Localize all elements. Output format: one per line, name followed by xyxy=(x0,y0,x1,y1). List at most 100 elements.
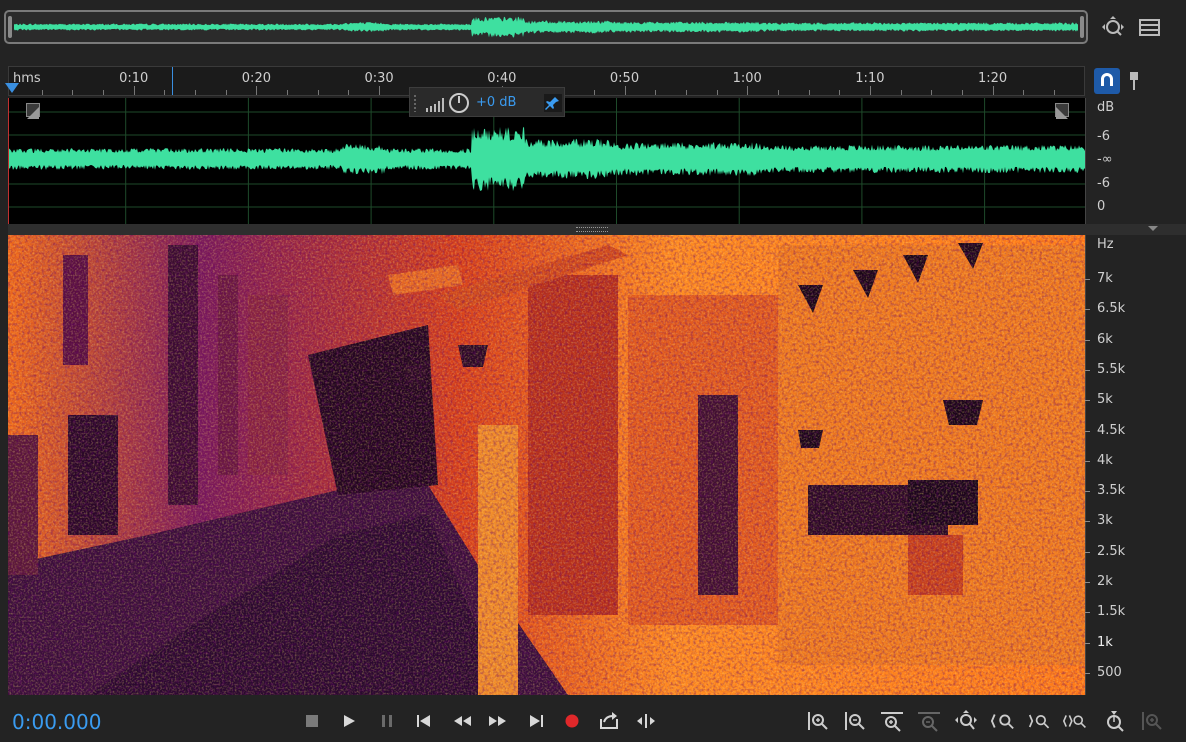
db-label: -∞ xyxy=(1097,152,1113,167)
ruler-minor-tick xyxy=(716,90,718,95)
record-button[interactable] xyxy=(560,709,584,733)
frequency-scale: Hz 7k 6.5k 6k 5.5k 5k 4.5k 4k 3.5k 3k 2.5k 2k 1.5k 1… xyxy=(1085,235,1186,695)
list-view-icon[interactable] xyxy=(1136,14,1164,42)
ruler-minor-tick xyxy=(777,90,779,95)
zoom-to-playhead-button[interactable] xyxy=(1103,709,1127,733)
marker-pin-icon[interactable] xyxy=(1124,68,1144,96)
zoom-in-at-start-button[interactable] xyxy=(991,709,1015,733)
hz-label: 500 xyxy=(1097,664,1122,680)
ruler-minor-tick xyxy=(195,90,197,95)
overview-left-handle[interactable] xyxy=(8,16,12,38)
ruler-major-tick xyxy=(747,86,749,95)
ruler-tick-label: 0:20 xyxy=(241,71,271,86)
playhead-line xyxy=(8,98,9,224)
ruler-minor-tick xyxy=(164,90,166,95)
hz-label: 2k xyxy=(1097,574,1113,589)
spectral-frequency-display[interactable] xyxy=(8,235,1085,695)
overview-navigator[interactable] xyxy=(4,10,1088,44)
ruler-tick-label: 1:00 xyxy=(732,71,762,86)
play-button[interactable] xyxy=(337,709,361,733)
hz-unit-label: Hz xyxy=(1097,237,1114,252)
skip-to-end-button[interactable] xyxy=(524,709,548,733)
zoom-to-selection-icon[interactable] xyxy=(1099,14,1127,42)
ruler-minor-tick xyxy=(839,90,841,95)
ruler-minor-tick xyxy=(808,90,810,95)
skip-selection-button[interactable] xyxy=(634,709,658,733)
volume-knob-icon[interactable] xyxy=(448,92,470,114)
play-icon xyxy=(344,715,355,727)
level-meter-icon xyxy=(414,95,444,112)
zoom-out-time-button[interactable] xyxy=(917,709,941,733)
playhead-marker[interactable] xyxy=(5,83,19,93)
ruler-minor-tick xyxy=(348,90,350,95)
overview-right-handle[interactable] xyxy=(1080,16,1084,38)
db-label: -6 xyxy=(1097,129,1110,144)
skip-to-start-icon xyxy=(417,715,430,727)
ruler-major-tick xyxy=(379,86,381,95)
hz-tick xyxy=(1085,430,1090,432)
fast-forward-button[interactable] xyxy=(486,709,510,733)
hz-tick xyxy=(1085,582,1090,583)
ruler-minor-tick xyxy=(72,90,74,95)
snap-magnet-icon[interactable] xyxy=(1094,68,1120,94)
fast-forward-icon xyxy=(489,716,506,726)
ruler-tick-label: 0:30 xyxy=(364,71,394,86)
fade-out-handle[interactable] xyxy=(1055,103,1069,119)
ruler-minor-tick xyxy=(655,90,657,95)
fade-in-handle[interactable] xyxy=(26,103,40,119)
ruler-minor-tick xyxy=(41,90,43,95)
loop-playback-button[interactable] xyxy=(597,709,621,733)
zoom-out-amplitude-icon xyxy=(845,712,865,730)
hz-tick xyxy=(1085,612,1090,614)
ruler-minor-tick xyxy=(593,90,595,95)
ruler-minor-tick xyxy=(287,90,289,95)
ruler-tick-label: 0:50 xyxy=(609,71,640,86)
hz-tick xyxy=(1085,551,1090,553)
ruler-tick-label: 1:10 xyxy=(855,71,885,86)
ruler-major-tick xyxy=(133,86,135,95)
hz-label: 1.5k xyxy=(1097,604,1126,620)
skip-selection-icon xyxy=(637,714,655,728)
ruler-tick-label: 1:20 xyxy=(977,71,1008,86)
amplitude-scale: dB -6 -∞ -6 0 xyxy=(1085,98,1186,224)
zoom-in-amplitude-icon xyxy=(808,712,828,730)
zoom-in-at-end-icon xyxy=(1028,714,1050,729)
hz-label: 3.5k xyxy=(1097,483,1126,499)
ruler-tick-label: 0:40 xyxy=(487,71,517,86)
pause-icon xyxy=(382,715,392,727)
ruler-minor-tick xyxy=(900,90,902,95)
hz-tick xyxy=(1085,369,1090,371)
ruler-minor-tick xyxy=(685,90,687,95)
ruler-minor-tick xyxy=(961,90,963,95)
volume-value[interactable]: +0 dB xyxy=(476,95,516,110)
zoom-in-amplitude-button[interactable] xyxy=(806,709,830,733)
pause-button[interactable] xyxy=(375,709,399,733)
db-label: 0 xyxy=(1097,199,1106,214)
loop-playback-icon xyxy=(600,712,618,729)
ruler-minor-tick xyxy=(103,90,105,95)
hz-label: 2.5k xyxy=(1097,543,1126,559)
pin-hud-icon[interactable] xyxy=(544,94,562,112)
ruler-minor-tick xyxy=(1053,90,1055,95)
zoom-selection-button[interactable] xyxy=(1063,709,1087,733)
zoom-full-icon xyxy=(955,710,977,730)
zoom-in-at-end-button[interactable] xyxy=(1028,709,1052,733)
hz-label: 3k xyxy=(1097,513,1113,529)
ruler-minor-tick xyxy=(225,90,227,95)
hz-tick xyxy=(1085,521,1090,523)
view-splitter[interactable] xyxy=(8,224,1186,235)
hz-tick xyxy=(1085,339,1090,341)
hz-label: 5k xyxy=(1097,392,1113,408)
volume-hud[interactable]: +0 dB xyxy=(409,87,565,117)
zoom-out-amplitude-button[interactable] xyxy=(843,709,867,733)
rewind-button[interactable] xyxy=(450,709,474,733)
stop-button[interactable] xyxy=(300,709,324,733)
current-time-display[interactable]: 0:00.000 xyxy=(12,710,101,734)
zoom-out-full-button[interactable] xyxy=(1140,709,1164,733)
zoom-full-button[interactable] xyxy=(954,709,978,733)
record-icon xyxy=(565,714,579,728)
zoom-in-time-button[interactable] xyxy=(880,709,904,733)
hz-label: 4k xyxy=(1097,452,1113,468)
zoom-in-at-start-icon xyxy=(991,714,1014,730)
skip-to-start-button[interactable] xyxy=(412,709,436,733)
